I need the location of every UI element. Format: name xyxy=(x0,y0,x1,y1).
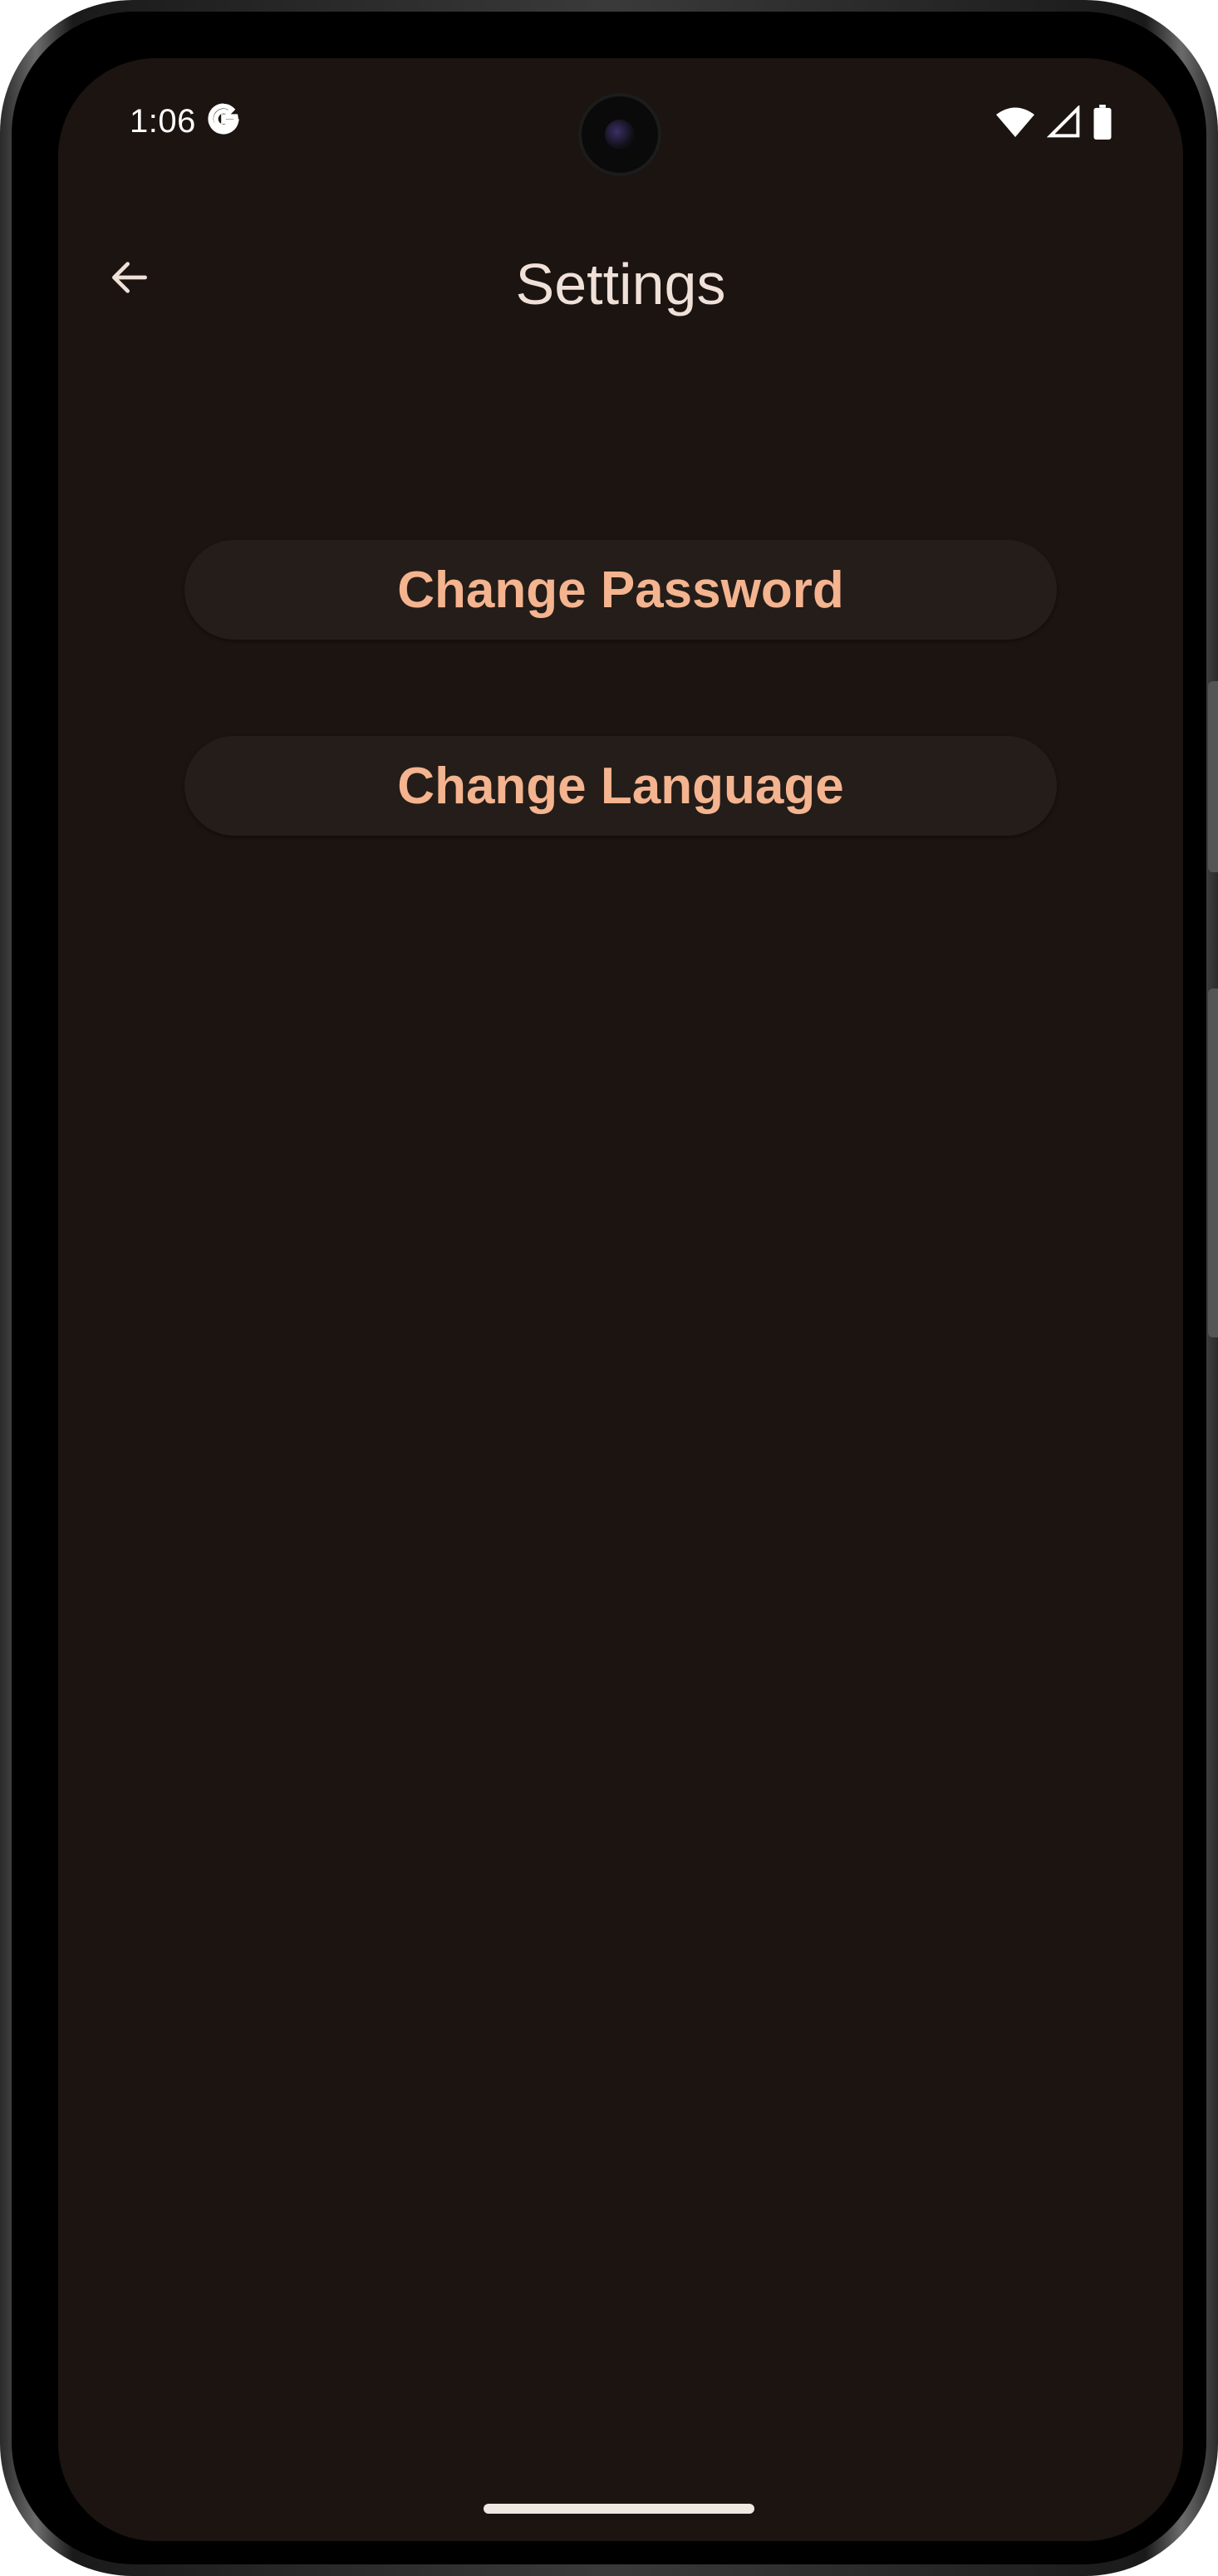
home-indicator[interactable] xyxy=(484,2504,754,2514)
power-button xyxy=(1208,681,1218,872)
wifi-icon xyxy=(996,107,1034,137)
phone-frame: 1:06 Settings Change Password Change Lan… xyxy=(0,0,1218,2576)
page-title: Settings xyxy=(515,252,726,316)
signal-icon xyxy=(1047,105,1080,138)
change-language-button[interactable]: Change Language xyxy=(184,736,1057,836)
volume-button xyxy=(1208,989,1218,1337)
battery-icon xyxy=(1093,105,1112,140)
phone-bezel: 1:06 Settings Change Password Change Lan… xyxy=(12,12,1206,2564)
top-app-bar: Settings xyxy=(58,224,1183,324)
google-g-icon xyxy=(208,103,239,135)
front-camera xyxy=(582,96,658,173)
settings-actions: Change Password Change Language xyxy=(184,540,1057,932)
status-icons xyxy=(995,105,1112,140)
screen: 1:06 Settings Change Password Change Lan… xyxy=(58,58,1183,2541)
change-password-button[interactable]: Change Password xyxy=(184,540,1057,640)
status-time: 1:06 xyxy=(130,103,196,140)
